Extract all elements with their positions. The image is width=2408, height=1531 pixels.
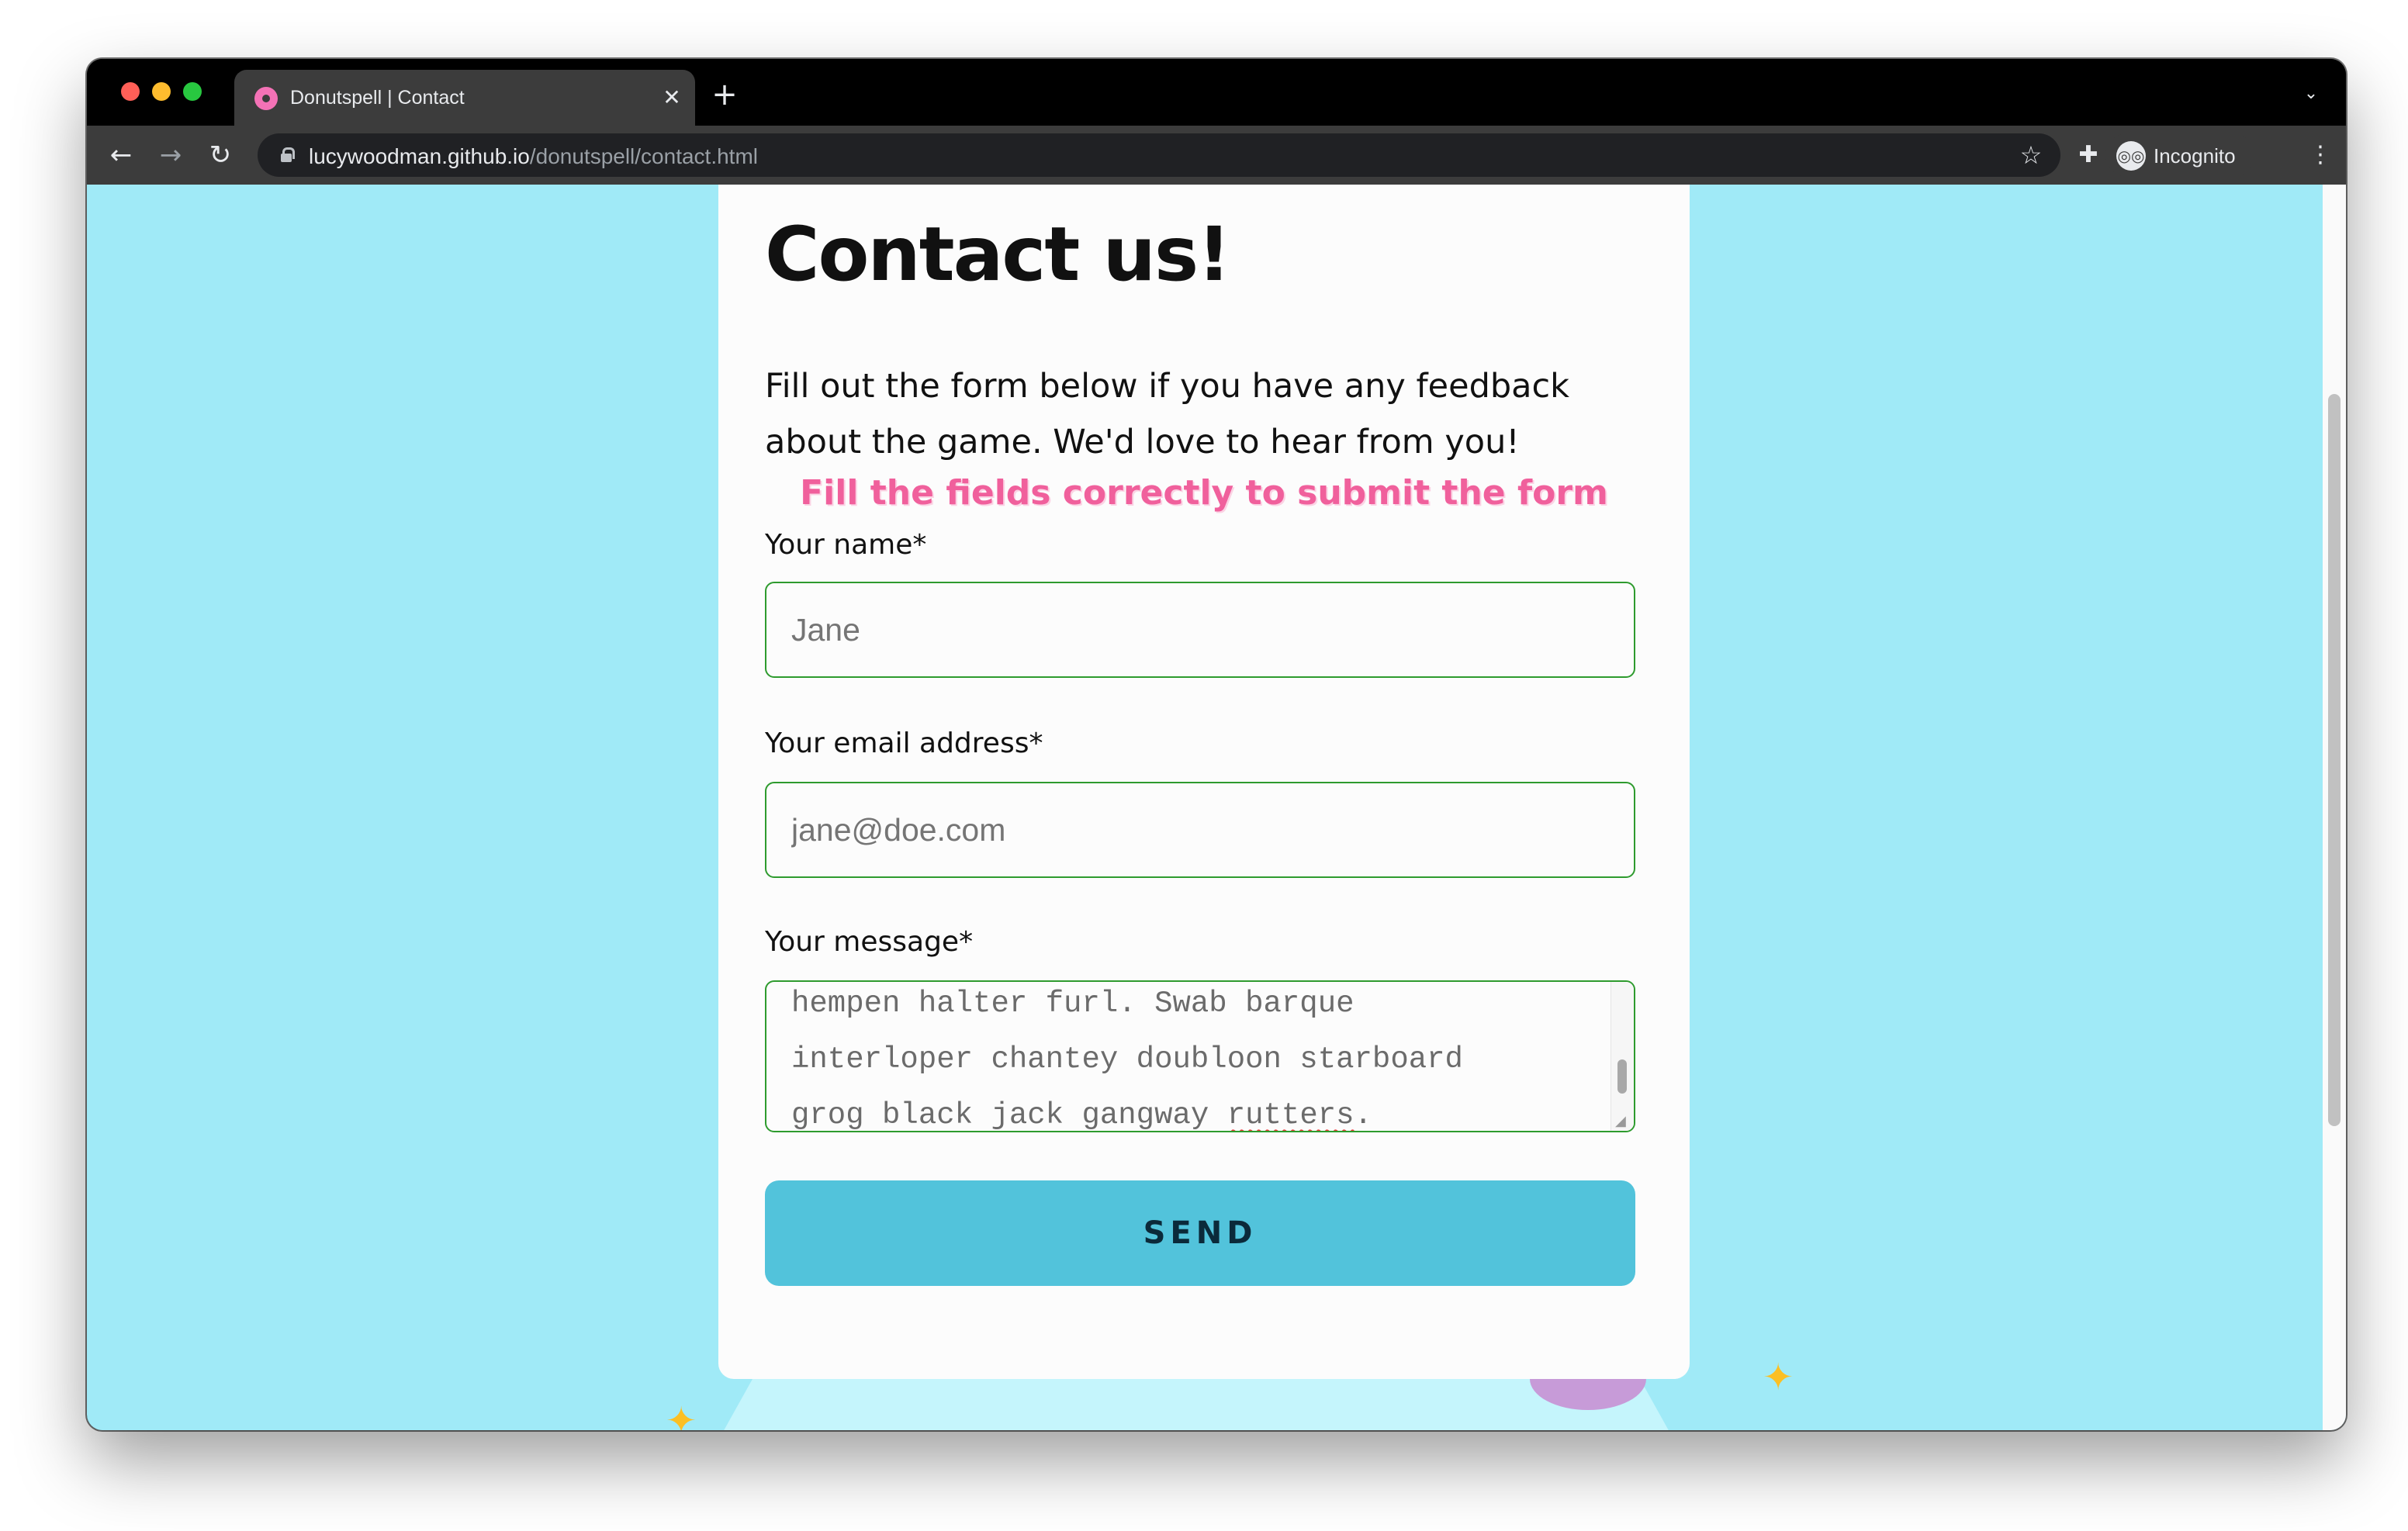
new-tab-icon[interactable]: + [708, 78, 742, 112]
email-label: Your email address* [765, 727, 1043, 759]
tab-title: Donutspell | Contact [290, 87, 465, 109]
reload-icon[interactable]: ↻ [203, 138, 237, 172]
bookmark-star-icon[interactable]: ☆ [2015, 140, 2046, 171]
maximize-window-button[interactable] [183, 82, 202, 101]
textarea-scrollbar-thumb[interactable] [1617, 1059, 1627, 1094]
sparkle-icon: ✦ [1763, 1356, 1794, 1399]
incognito-icon: ◎◎ [2116, 141, 2146, 171]
incognito-indicator[interactable]: ◎◎ Incognito [2105, 133, 2254, 177]
page-viewport: ✦ ✦ Contact us! Fill out the form below … [87, 185, 2346, 1430]
send-button[interactable]: SEND [765, 1180, 1635, 1286]
message-line: hempen halter furl. Swab barque [791, 987, 1354, 1021]
intro-text: Fill out the form below if you have any … [765, 367, 1570, 461]
textarea-scrollbar[interactable] [1611, 982, 1634, 1131]
page-scrollbar-thumb[interactable] [2328, 394, 2341, 1126]
minimize-window-button[interactable] [152, 82, 171, 101]
address-bar[interactable]: lucywoodman.github.io/donutspell/contact… [258, 133, 2060, 177]
browser-toolbar: ← → ↻ lucywoodman.github.io/donutspell/c… [87, 126, 2346, 185]
name-field[interactable] [765, 582, 1635, 678]
message-line: grog black jack gangway rutters. [791, 1087, 1583, 1132]
forward-arrow-icon[interactable]: → [154, 138, 188, 172]
url-text[interactable]: lucywoodman.github.io/donutspell/contact… [309, 144, 758, 169]
url-host: lucywoodman.github.io [309, 144, 530, 168]
form-error-message: Fill the fields correctly to submit the … [800, 473, 1608, 513]
close-tab-icon[interactable]: ✕ [658, 84, 686, 112]
tab-donutspell-contact[interactable]: Donutspell | Contact ✕ [234, 70, 695, 126]
name-label: Your name* [765, 529, 927, 561]
message-line-end: . [1354, 1098, 1372, 1132]
browser-menu-icon[interactable]: ⋮ [2309, 140, 2332, 171]
tab-strip: Donutspell | Contact ✕ + ⌄ [87, 59, 2346, 126]
message-text: hempen halter furl. Swab barque interlope… [791, 982, 1583, 1132]
close-window-button[interactable] [121, 82, 140, 101]
email-field[interactable] [765, 782, 1635, 878]
resize-grip-icon[interactable]: ◢ [1615, 1114, 1631, 1129]
donut-favicon-icon [254, 87, 278, 110]
message-line: interloper chantey doubloon starboard [791, 1042, 1463, 1077]
browser-window: Donutspell | Contact ✕ + ⌄ ← → ↻ lucywoo… [87, 59, 2346, 1430]
message-label: Your message* [765, 926, 974, 958]
message-line-text: grog black jack gangway [791, 1098, 1227, 1132]
url-path: /donutspell/contact.html [529, 144, 759, 168]
contact-card: Contact us! Fill out the form below if y… [718, 185, 1690, 1379]
page-scrollbar[interactable] [2323, 185, 2346, 1430]
misspelled-word[interactable]: rutters [1227, 1098, 1354, 1131]
incognito-label: Incognito [2154, 144, 2236, 168]
extensions-puzzle-icon[interactable]: ✚ [2073, 140, 2104, 171]
message-textarea[interactable]: hempen halter furl. Swab barque interlope… [765, 980, 1635, 1132]
tab-search-chevron-icon[interactable]: ⌄ [2299, 82, 2323, 105]
sparkle-icon: ✦ [666, 1399, 697, 1430]
back-arrow-icon[interactable]: ← [104, 138, 138, 172]
page-title: Contact us! [765, 211, 1231, 298]
lock-icon[interactable] [279, 147, 295, 163]
